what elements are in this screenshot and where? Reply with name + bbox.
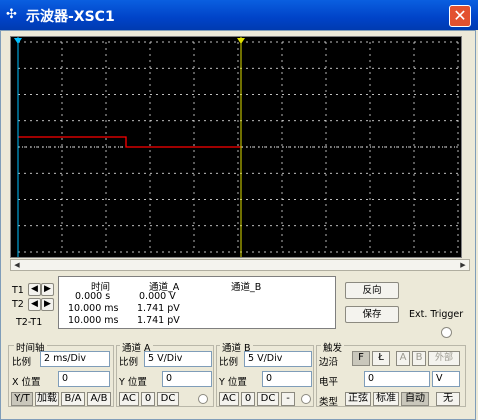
channel-b-ypos-label: Y 位置 [219,377,247,388]
t1-right-button[interactable]: ▶ [41,283,54,296]
arrow-left-icon: ◀ [31,284,38,294]
readout-diff-time: 10.000 ms [68,315,119,326]
mode-ba-button[interactable]: B/A [61,392,85,406]
trigger-type-auto-button[interactable]: 自动 [401,392,429,406]
trigger-type-single-button[interactable]: 正弦 [345,392,371,406]
trigger-type-none-button[interactable]: 无 [436,392,460,406]
x-position-field[interactable]: 0 [58,371,110,387]
scroll-right-icon[interactable]: ▶ [458,261,468,269]
t2-label: T2 [12,299,24,310]
close-button[interactable]: ✕ [449,5,471,27]
x-position-label: X 位置 [12,377,41,388]
channel-b-ac-button[interactable]: AC [219,392,239,406]
t2-right-button[interactable]: ▶ [41,298,54,311]
channel-a-ac-button[interactable]: AC [119,392,139,406]
trigger-source-b-button[interactable]: B [412,351,426,366]
trigger-level-label: 电平 [319,377,339,388]
t1-left-button[interactable]: ◀ [28,283,41,296]
window-title: 示波器-XSC1 [26,9,115,25]
trigger-edge-label: 边沿 [319,357,339,368]
trigger-type-normal-button[interactable]: 标准 [373,392,399,406]
trigger-falling-edge-button[interactable]: Ł [372,351,390,366]
scroll-left-icon[interactable]: ◀ [12,261,22,269]
channel-a-scale-field[interactable]: 5 V/Div [144,351,212,367]
arrow-left-icon: ◀ [31,299,38,309]
mode-yt-button[interactable]: Y/T [11,392,33,406]
channel-b-scale-label: 比例 [219,357,239,368]
channel-b-connector[interactable] [301,394,311,404]
ext-trigger-connector[interactable] [441,327,452,338]
readout-t1-channel-a: 0.000 V [139,291,176,302]
arrow-right-icon: ▶ [44,284,51,294]
trigger-level-field[interactable]: 0 [364,371,430,387]
t1-label: T1 [12,285,24,296]
channel-a-connector[interactable] [198,394,208,404]
ext-trigger-label: Ext. Trigger [409,309,464,320]
channel-b-scale-field[interactable]: 5 V/Div [244,351,312,367]
readout-header-channel-b: 通道_B [231,282,262,293]
title-bar[interactable]: ✣ 示波器-XSC1 ✕ [0,0,478,30]
channel-b-ypos-field[interactable]: 0 [262,371,312,387]
readout-t1-time: 0.000 s [75,291,111,302]
channel-b-minus-button[interactable]: - [281,392,295,406]
mode-add-button[interactable]: 加载 [35,392,59,406]
channel-a-zero-button[interactable]: 0 [141,392,155,406]
channel-b-dc-button[interactable]: DC [257,392,279,406]
readout-t2-channel-a: 1.741 pV [137,303,180,314]
channel-a-dc-button[interactable]: DC [157,392,179,406]
channel-a-scale-label: 比例 [119,357,139,368]
trigger-title: 触发 [321,340,345,354]
cursor-t1-marker[interactable] [14,38,22,44]
timebase-scale-label: 比例 [12,357,32,368]
channel-a-ypos-label: Y 位置 [119,377,147,388]
trigger-source-ext-button[interactable]: 外部 [428,351,460,366]
save-button[interactable]: 保存 [345,306,399,323]
scope-screen [10,36,462,258]
t2-t1-label: T2-T1 [16,317,43,328]
t2-left-button[interactable]: ◀ [28,298,41,311]
scope-graticule [14,37,459,257]
timebase-scale-field[interactable]: 2 ms/Div [40,351,110,367]
channel-a-ypos-field[interactable]: 0 [162,371,212,387]
mode-ab-button[interactable]: A/B [87,392,111,406]
horizontal-scrollbar[interactable]: ◀ ▶ [10,259,470,271]
measurement-readout: 时间 通道_A 通道_B 0.000 s 0.000 V 10.000 ms 1… [58,276,336,329]
readout-diff-channel-a: 1.741 pV [137,315,180,326]
readout-t2-time: 10.000 ms [68,303,119,314]
trigger-source-a-button[interactable]: A [396,351,410,366]
oscilloscope-icon: ✣ [6,7,17,22]
channel-a-trace [18,136,241,148]
close-icon: ✕ [453,6,467,25]
trigger-level-unit[interactable]: V [432,371,460,387]
reverse-button[interactable]: 反向 [345,282,399,299]
arrow-right-icon: ▶ [44,299,51,309]
channel-b-zero-button[interactable]: 0 [241,392,255,406]
trigger-rising-edge-button[interactable]: F [352,351,370,366]
trigger-type-label: 类型 [319,397,339,408]
